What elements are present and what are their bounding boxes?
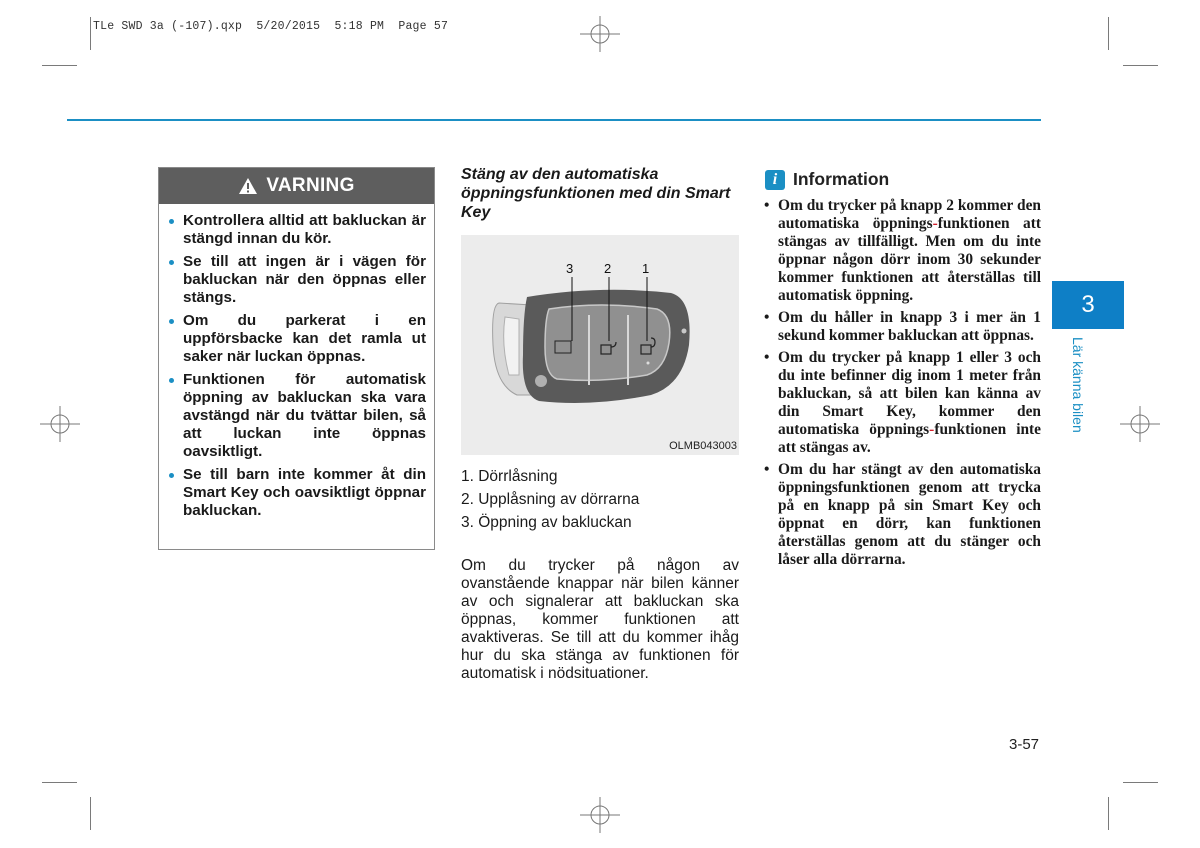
warning-item: Se till barn inte kommer åt din Smart Ke…	[169, 466, 426, 520]
info-item: • Om du har stängt av den automatiska öpp…	[764, 461, 1041, 568]
registration-mark-icon	[1120, 406, 1160, 442]
callout-1: 1	[642, 261, 649, 276]
info-item: • Om du trycker på knapp 1 eller 3 och du…	[764, 349, 1041, 456]
warning-item: Funktionen för automatisk öppning av bak…	[169, 371, 426, 461]
bullet-icon: •	[764, 309, 770, 326]
registration-mark-icon	[580, 16, 620, 52]
warning-triangle-icon	[239, 178, 258, 194]
numbered-list: 1. Dörrlåsning 2. Upplåsning av dörrarna…	[461, 465, 639, 534]
smart-key-illustration: 3 2 1	[492, 261, 690, 403]
chapter-tab[interactable]: 3	[1052, 281, 1124, 329]
info-title: Information	[793, 169, 890, 189]
warning-item: Kontrollera alltid att bakluckan är stän…	[169, 212, 426, 248]
info-item: • Om du trycker på knapp 2 kommer den aut…	[764, 197, 1041, 304]
crop-mark	[42, 782, 77, 783]
numbered-item: 1. Dörrlåsning	[461, 468, 558, 485]
crop-mark	[1123, 65, 1158, 66]
bullet-icon	[169, 319, 174, 324]
numbered-item: 3. Öppning av bakluckan	[461, 514, 632, 531]
info-header: i Information	[765, 169, 889, 190]
crop-mark	[1123, 782, 1158, 783]
callout-2: 2	[604, 261, 611, 276]
crop-mark	[1108, 17, 1109, 50]
chapter-label: Lär känna bilen	[1070, 337, 1086, 433]
crop-mark	[1108, 797, 1109, 830]
warning-header: VARNING	[159, 168, 434, 204]
bullet-icon	[169, 378, 174, 383]
info-icon: i	[765, 169, 785, 190]
numbered-item: 2. Upplåsning av dörrarna	[461, 491, 640, 508]
registration-mark-icon	[40, 406, 80, 442]
warning-list: Kontrollera alltid att bakluckan är stän…	[159, 204, 434, 520]
bullet-icon	[169, 260, 174, 265]
warning-box: VARNING Kontrollera alltid att bakluckan…	[158, 167, 435, 550]
bullet-icon	[169, 219, 174, 224]
bullet-icon	[169, 473, 174, 478]
crop-mark	[90, 797, 91, 830]
crop-mark	[90, 17, 91, 50]
bullet-icon: •	[764, 197, 770, 214]
warning-title: VARNING	[266, 175, 355, 196]
figure-code: OLMB043003	[669, 440, 737, 452]
body-paragraph: Om du trycker på någon av ovanstående kn…	[461, 557, 739, 682]
print-slug: TLe SWD 3a (-107).qxp 5/20/2015 5:18 PM …	[93, 20, 449, 33]
crop-mark	[42, 65, 77, 66]
registration-mark-icon	[580, 797, 620, 833]
callout-3: 3	[566, 261, 573, 276]
section-title: Stäng av den automatiska öppningsfunktio…	[461, 166, 731, 221]
bullet-icon: •	[764, 349, 770, 366]
page-number: 3-57	[1009, 736, 1040, 753]
bullet-icon: •	[764, 461, 770, 478]
warning-item: Se till att ingen är i vägen för bakluck…	[169, 253, 426, 307]
warning-item: Om du parkerat i en uppförsbacke kan det…	[169, 312, 426, 366]
info-list: • Om du trycker på knapp 2 kommer den aut…	[763, 197, 1041, 573]
header-rule	[67, 119, 1041, 121]
smart-key-figure: 3 2 1 OLMB043003	[461, 235, 739, 455]
info-item: • Om du håller in knapp 3 i mer än 1 seku…	[764, 309, 1041, 344]
